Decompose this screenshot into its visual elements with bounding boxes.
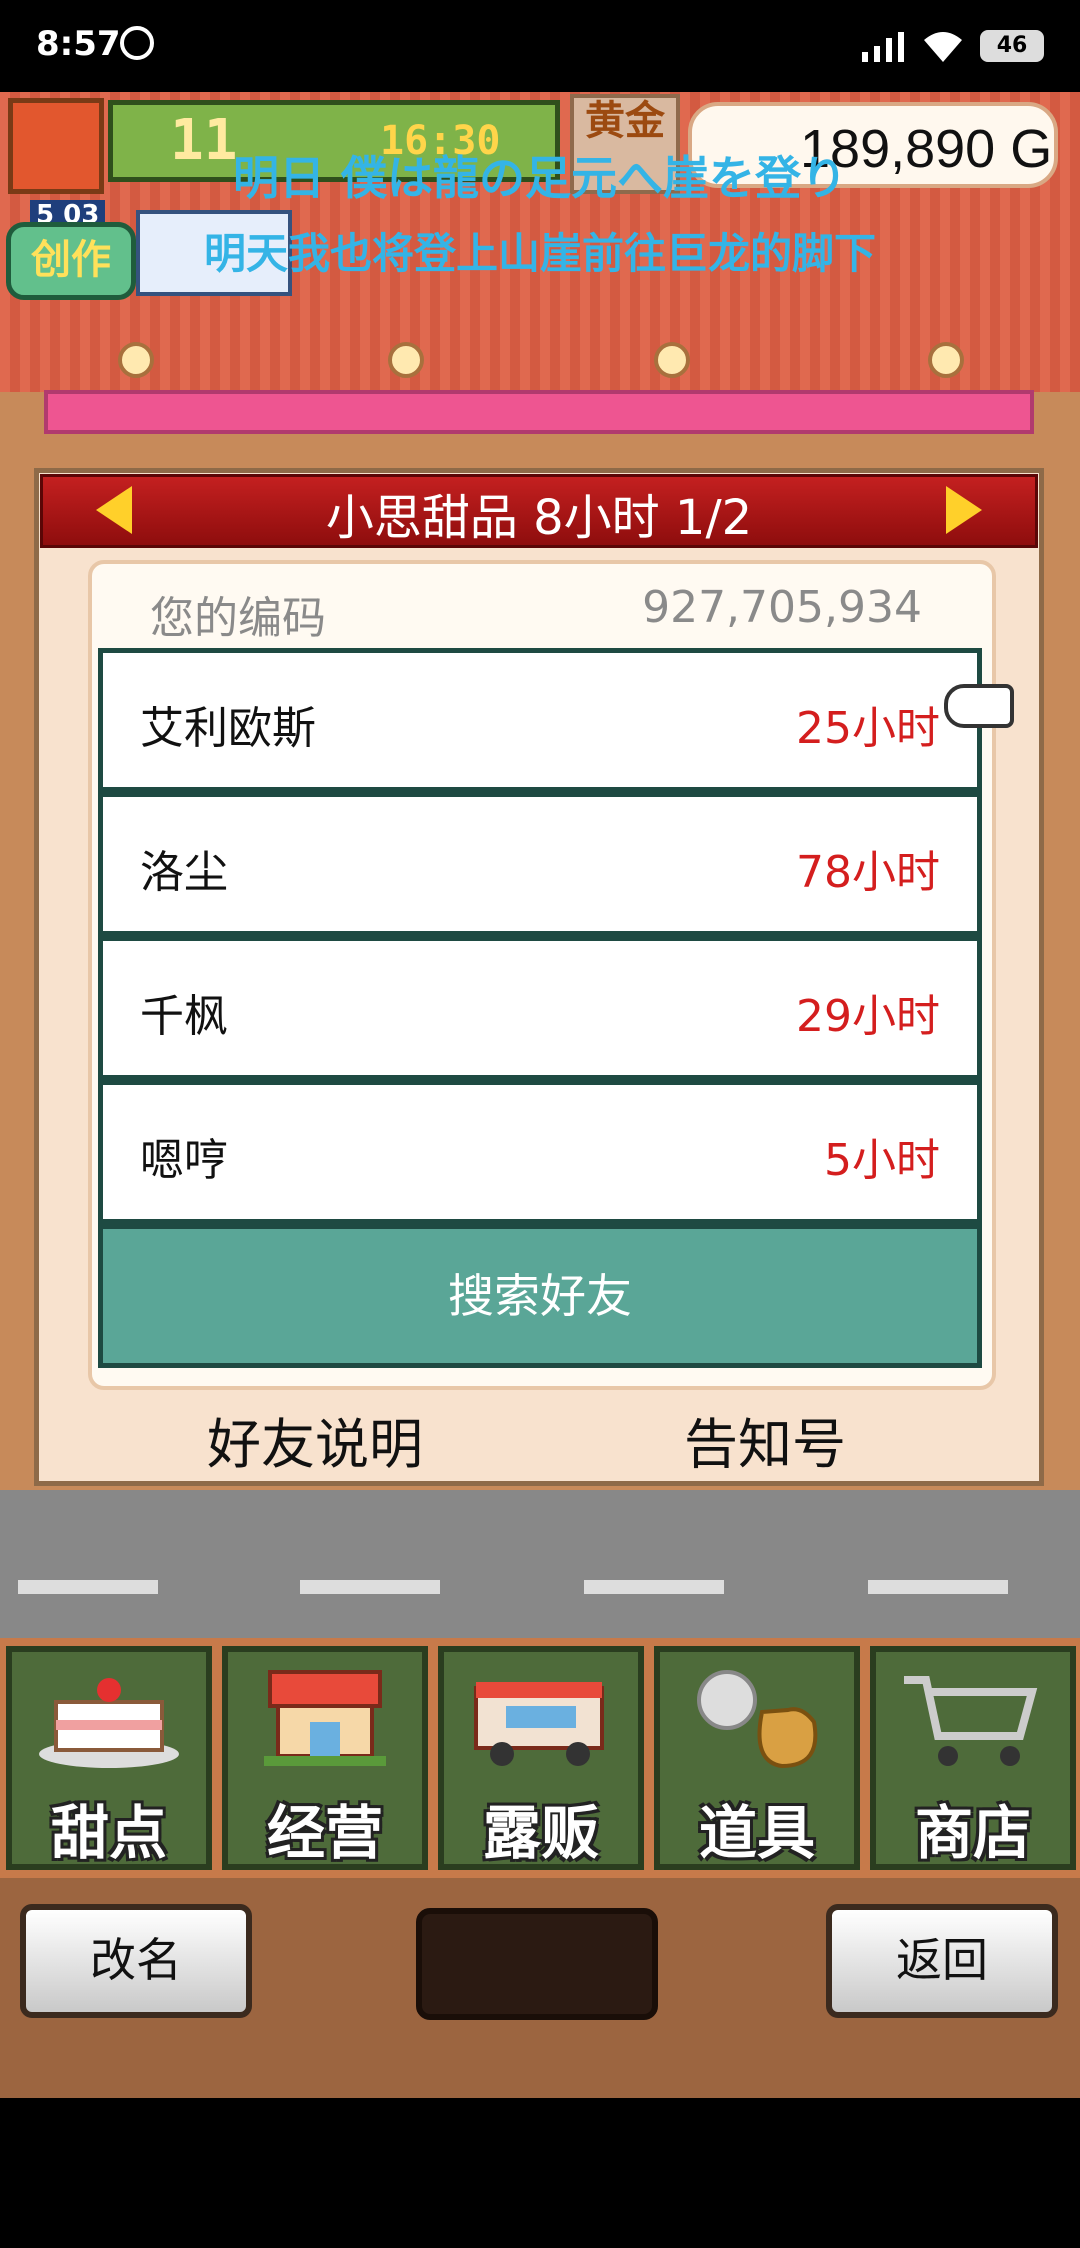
lamp-icon	[118, 342, 154, 378]
menu-label: 甜点	[50, 1799, 167, 1867]
pink-awning	[44, 390, 1034, 434]
road-marking	[868, 1580, 1008, 1594]
item-bag-icon	[697, 1670, 818, 1769]
notice-id-link[interactable]: 告知号	[610, 1400, 920, 1479]
lamp-icon	[654, 342, 690, 378]
sync-icon	[120, 26, 154, 60]
friend-hours: 29小时	[796, 991, 940, 1042]
food-truck-icon	[474, 1682, 604, 1766]
battery-icon: 46	[980, 30, 1044, 62]
menu-label: 商店	[914, 1799, 1031, 1867]
friend-hours: 25小时	[796, 703, 940, 754]
shopping-cart-icon	[904, 1676, 1038, 1766]
search-friend-button[interactable]: 搜索好友	[98, 1224, 982, 1368]
friend-hours: 78小时	[796, 847, 940, 898]
subtitle-japanese: 明日 僕は龍の足元へ崖を登り	[232, 151, 847, 205]
friend-name: 艾利欧斯	[140, 703, 316, 754]
system-nav-area	[0, 2098, 1080, 2248]
rename-button[interactable]: 改名	[20, 1904, 252, 2018]
road-marking	[300, 1580, 440, 1594]
road-marking	[18, 1580, 158, 1594]
code-label: 您的编码	[150, 593, 326, 644]
lamp-icon	[388, 342, 424, 378]
subtitle-chinese: 明天我也将登上山崖前往巨龙的脚下	[203, 229, 876, 278]
friend-name: 嗯哼	[140, 1135, 228, 1186]
shop-building-icon	[264, 1670, 386, 1766]
lamp-icon	[928, 342, 964, 378]
status-bar	[0, 0, 1080, 92]
cake-icon	[39, 1678, 179, 1768]
center-display	[416, 1908, 658, 2020]
menu-label: 道具	[698, 1799, 815, 1867]
back-button[interactable]: 返回	[826, 1904, 1058, 2018]
friend-help-link[interactable]: 好友说明	[150, 1400, 480, 1479]
hand-pointer-icon	[944, 684, 1014, 728]
friend-hours: 5小时	[824, 1135, 940, 1186]
menu-label: 经营	[266, 1799, 383, 1867]
wifi-icon	[924, 32, 962, 62]
road	[0, 1490, 1080, 1640]
dialog-title: 小思甜品 8小时 1/2	[325, 490, 753, 546]
status-time: 8:57	[36, 24, 121, 64]
road-marking	[584, 1580, 724, 1594]
code-value: 927,705,934	[642, 582, 922, 633]
signal-icon	[862, 32, 904, 62]
friend-name: 洛尘	[140, 847, 228, 898]
menu-label: 露贩	[482, 1799, 599, 1867]
friend-name: 千枫	[140, 991, 228, 1042]
